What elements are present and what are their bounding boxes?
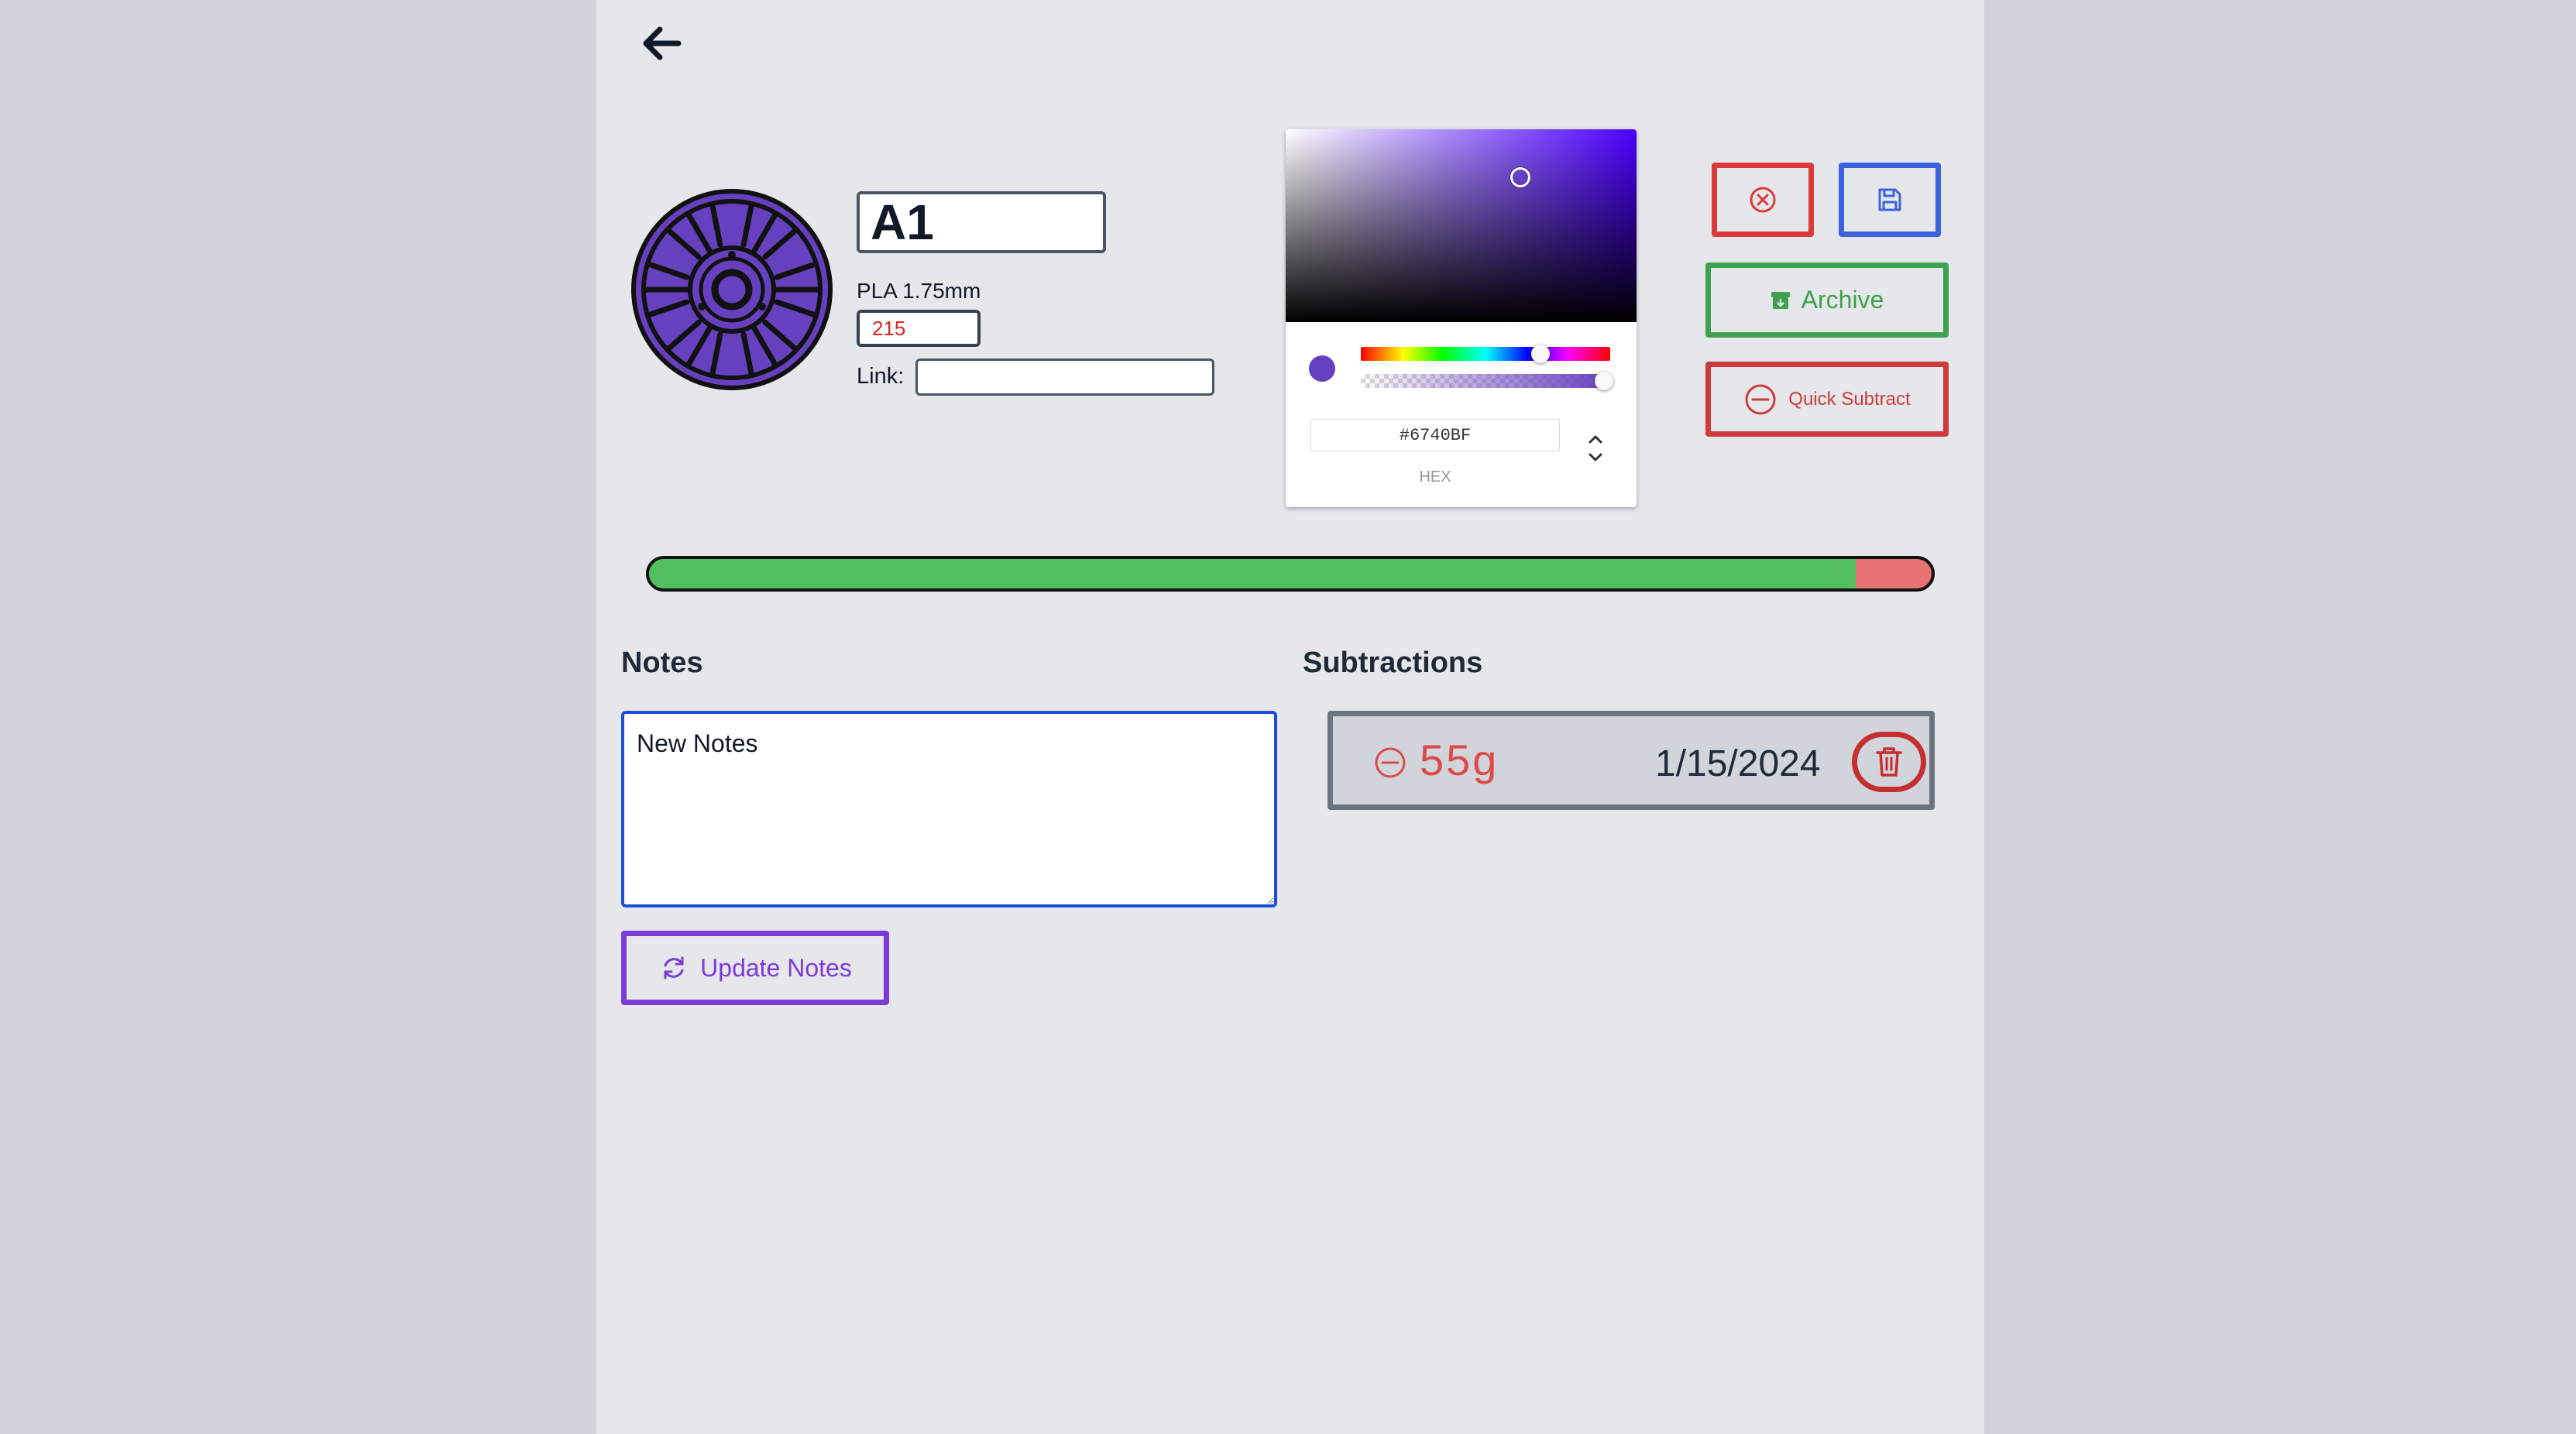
delete-subtraction-button[interactable]	[1852, 732, 1926, 792]
link-input[interactable]	[915, 358, 1214, 396]
hex-format-label: HEX	[1419, 468, 1451, 485]
update-notes-button[interactable]: Update Notes	[621, 931, 889, 1005]
subtraction-item: 55g 1/15/2024	[1327, 711, 1935, 810]
main-panel: PLA 1.75mm Link: HEX	[596, 0, 1984, 1434]
weight-input[interactable]	[857, 310, 981, 347]
format-toggle-icon[interactable]	[1586, 431, 1605, 465]
spool-icon	[630, 188, 833, 391]
quick-subtract-label: Quick Subtract	[1788, 388, 1911, 410]
filament-remaining-fill	[649, 559, 1856, 588]
subtraction-amount: 55g	[1420, 736, 1499, 784]
minus-circle-icon	[1373, 746, 1407, 780]
notes-textarea[interactable]: New Notes	[621, 711, 1277, 907]
saturation-area[interactable]	[1286, 129, 1637, 322]
back-arrow-icon[interactable]	[638, 23, 685, 63]
archive-box-icon	[1771, 290, 1791, 310]
color-swatch	[1309, 355, 1335, 382]
archive-button[interactable]: Archive	[1705, 262, 1949, 338]
filament-name-input[interactable]	[857, 191, 1106, 253]
hue-slider[interactable]	[1361, 345, 1610, 363]
refresh-icon	[658, 952, 689, 983]
cancel-button[interactable]	[1712, 163, 1814, 237]
update-notes-label: Update Notes	[700, 953, 852, 982]
filament-type-label: PLA 1.75mm	[857, 279, 981, 303]
trash-icon	[1874, 745, 1905, 779]
alpha-slider-thumb[interactable]	[1595, 372, 1613, 390]
save-button[interactable]	[1839, 163, 1941, 237]
hue-slider-thumb[interactable]	[1531, 345, 1550, 363]
link-label: Link:	[857, 364, 905, 389]
subtraction-date: 1/15/2024	[1655, 743, 1821, 784]
alpha-slider[interactable]	[1361, 372, 1613, 390]
subtractions-heading: Subtractions	[1303, 647, 1483, 679]
color-picker: HEX	[1286, 129, 1637, 507]
save-floppy-icon	[1876, 186, 1904, 214]
archive-label: Archive	[1801, 286, 1884, 314]
quick-subtract-button[interactable]: Quick Subtract	[1705, 362, 1949, 437]
saturation-handle[interactable]	[1510, 167, 1530, 187]
filament-remaining-bar	[646, 556, 1935, 592]
minus-circle-icon	[1743, 383, 1777, 417]
notes-heading: Notes	[621, 647, 703, 679]
cancel-x-circle-icon	[1748, 185, 1777, 214]
hex-input[interactable]	[1310, 419, 1560, 451]
